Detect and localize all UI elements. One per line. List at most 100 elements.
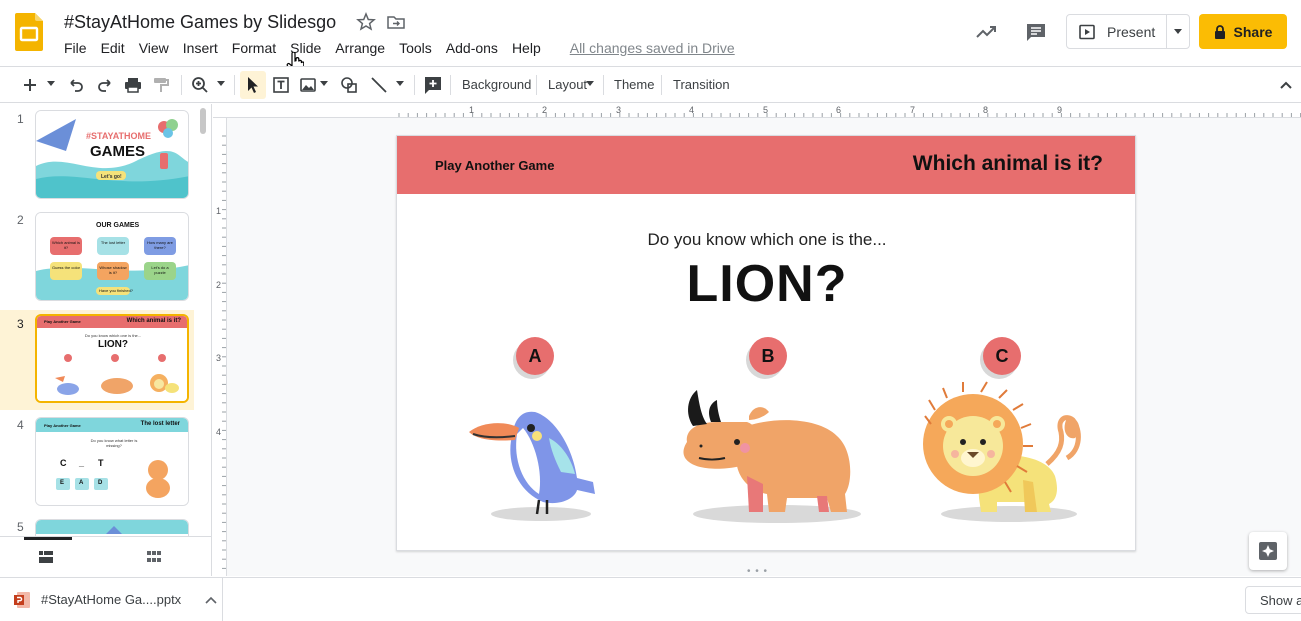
thumb-title: OUR GAMES [96, 222, 140, 229]
image-dropdown-icon[interactable] [320, 81, 328, 87]
filmstrip-scrollbar[interactable] [200, 108, 206, 134]
move-to-folder-icon[interactable] [386, 12, 406, 32]
print-icon[interactable] [123, 75, 143, 95]
lion-illustration[interactable] [917, 380, 1087, 524]
new-slide-plus-icon[interactable] [20, 75, 40, 95]
option-c-button[interactable]: C [983, 337, 1021, 375]
ruler-number: 5 [763, 105, 769, 115]
slide-thumbnail-4[interactable]: Play Another Game The lost letter Do you… [35, 417, 189, 506]
chevron-up-icon[interactable] [205, 596, 217, 604]
thumb-left: Play Another Game [44, 319, 81, 324]
share-button[interactable]: Share [1199, 14, 1287, 49]
zoom-dropdown-icon[interactable] [217, 81, 225, 87]
toucan-illustration[interactable] [465, 398, 605, 524]
slide-number: 4 [17, 418, 24, 432]
thumb-item: How many are there? [147, 240, 173, 250]
transition-button[interactable]: Transition [673, 77, 730, 92]
toolbar: Background Layout Theme Transition [0, 66, 1301, 103]
filmstrip-footer [0, 536, 211, 576]
slide-thumbnail-3[interactable]: Play Another Game Which animal is it? Do… [35, 314, 189, 403]
select-tool-button[interactable] [240, 71, 266, 99]
ruler-number: 9 [1057, 105, 1063, 115]
download-item[interactable]: #StayAtHome Ga....pptx [0, 578, 223, 621]
ruler-number: 6 [836, 105, 842, 115]
line-dropdown-icon[interactable] [396, 81, 404, 87]
answer-animal: LION? [686, 255, 848, 313]
grid-view-icon[interactable] [146, 549, 162, 565]
slide-thumbnail-1[interactable]: #STAYATHOME GAMES Let's go! [35, 110, 189, 199]
new-slide-layout-dropdown-icon[interactable] [47, 81, 55, 87]
chevron-down-icon [1174, 29, 1183, 34]
slide-heading: Which animal is it? [912, 152, 1103, 175]
star-icon[interactable] [356, 12, 376, 32]
comments-icon[interactable] [1024, 20, 1048, 44]
paint-format-icon[interactable] [151, 75, 171, 95]
present-button[interactable]: Present [1067, 15, 1168, 48]
theme-button[interactable]: Theme [614, 77, 654, 92]
menu-arrange[interactable]: Arrange [328, 38, 392, 58]
explore-button[interactable] [1249, 532, 1287, 570]
menu-add-ons[interactable]: Add-ons [439, 38, 505, 58]
add-comment-icon[interactable] [423, 75, 443, 95]
thumb-subtitle: GAMES [90, 143, 146, 160]
line-icon[interactable] [369, 75, 389, 95]
arrow-pointer-icon [248, 77, 258, 93]
menu-help[interactable]: Help [505, 38, 548, 58]
redo-icon[interactable] [95, 75, 115, 95]
ruler-number: 3 [616, 105, 622, 115]
explore-sparkle-icon [1259, 542, 1277, 560]
slide-number: 3 [17, 317, 24, 331]
list-view-icon[interactable] [38, 549, 54, 565]
menu-format[interactable]: Format [225, 38, 283, 58]
thumb-right: The lost letter [140, 421, 180, 427]
menu-insert[interactable]: Insert [176, 38, 225, 58]
vertical-ruler: 1 2 3 4 [213, 118, 227, 576]
undo-icon[interactable] [66, 75, 86, 95]
thumb-animal: LION? [98, 339, 128, 350]
activity-trend-icon[interactable] [974, 20, 998, 44]
present-options-dropdown[interactable] [1167, 29, 1189, 34]
collapse-menus-chevron-up-icon[interactable] [1276, 75, 1296, 95]
thumb-item: Which animal is it? [52, 240, 81, 250]
thumb-item: Let's do a puzzle [151, 265, 169, 275]
shape-icon[interactable] [339, 75, 359, 95]
rhino-illustration[interactable] [677, 386, 877, 524]
slides-logo-icon[interactable] [15, 13, 43, 51]
thumb-title: #STAYATHOME [86, 131, 152, 141]
toolbar-separator [603, 75, 604, 95]
thumb-option: D [98, 480, 103, 486]
option-a-button[interactable]: A [516, 337, 554, 375]
background-button[interactable]: Background [462, 77, 531, 92]
thumb-footer: Have you finished? [99, 288, 134, 293]
text-box-icon[interactable] [271, 75, 291, 95]
play-another-game-link[interactable]: Play Another Game [435, 158, 554, 173]
thumb-option: A [79, 480, 84, 486]
slide-number: 1 [17, 112, 24, 126]
menu-view[interactable]: View [132, 38, 176, 58]
option-b-button[interactable]: B [749, 337, 787, 375]
slide-canvas[interactable]: Play Another Game Which animal is it? Do… [396, 135, 1136, 551]
menu-edit[interactable]: Edit [94, 38, 132, 58]
zoom-icon[interactable] [190, 75, 210, 95]
menu-tools[interactable]: Tools [392, 38, 439, 58]
show-all-downloads-button[interactable]: Show a [1245, 586, 1301, 614]
ruler-number: 4 [216, 427, 222, 437]
layout-dropdown-icon[interactable] [586, 81, 594, 87]
insert-image-icon[interactable] [298, 75, 318, 95]
ruler-number: 7 [910, 105, 916, 115]
ruler-number: 2 [216, 280, 222, 290]
ruler-number: 8 [983, 105, 989, 115]
thumb-question: Do you know which one is the... [84, 333, 142, 338]
thumb-letter: T [98, 458, 104, 468]
document-title[interactable]: #StayAtHome Games by Slidesgo [64, 12, 336, 33]
save-status-link[interactable]: All changes saved in Drive [570, 38, 735, 58]
present-button-group: Present [1066, 14, 1190, 49]
active-view-indicator [24, 537, 72, 540]
share-label: Share [1233, 23, 1273, 40]
menu-file[interactable]: File [57, 38, 94, 58]
layout-button[interactable]: Layout [548, 77, 587, 92]
menu-bar: File Edit View Insert Format Slide Arran… [57, 38, 735, 58]
slide-thumbnail-2[interactable]: OUR GAMES Which animal is it? The lost l… [35, 212, 189, 301]
panel-resize-handle[interactable]: • • • [747, 566, 768, 577]
thumb-letter: _ [79, 458, 85, 468]
